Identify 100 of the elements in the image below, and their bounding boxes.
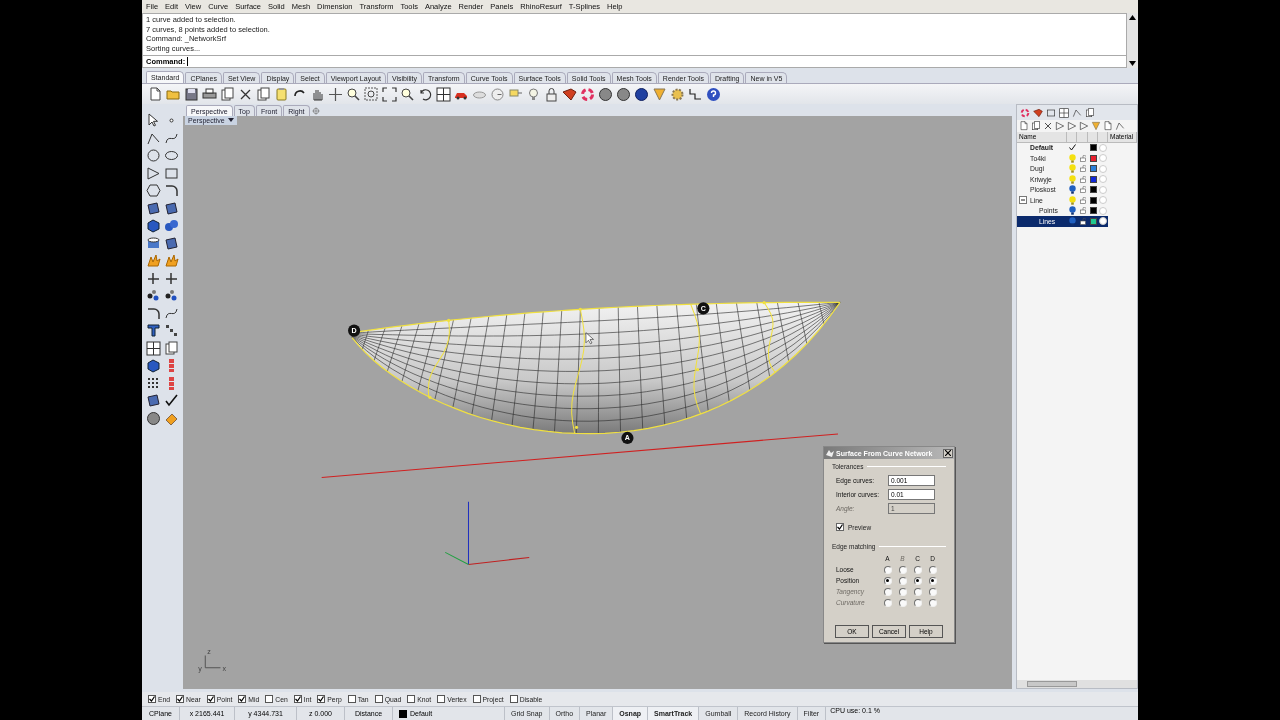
trim-icon[interactable] <box>146 270 161 286</box>
radio-button[interactable] <box>898 565 907 574</box>
bulb-icon[interactable] <box>1068 206 1076 216</box>
gear-icon[interactable] <box>670 86 685 102</box>
checkbox[interactable] <box>347 695 356 703</box>
page-icon[interactable] <box>1103 121 1113 131</box>
new-file-icon[interactable] <box>148 86 163 102</box>
scrollbar[interactable] <box>1127 13 1138 68</box>
globe-icon[interactable] <box>634 86 649 102</box>
bulb-icon[interactable] <box>526 86 541 102</box>
checkbox[interactable] <box>293 695 302 703</box>
checkbox[interactable] <box>437 695 446 703</box>
checkbox[interactable] <box>265 695 274 703</box>
solid-icon[interactable] <box>146 410 161 426</box>
pointer-icon[interactable] <box>146 113 161 128</box>
patch-icon[interactable] <box>164 200 179 216</box>
circle-icon[interactable] <box>146 148 161 163</box>
app-icon <box>826 449 834 457</box>
zoom-selected-icon[interactable] <box>400 86 415 102</box>
steps-icon[interactable] <box>688 86 703 102</box>
checkbox[interactable] <box>407 695 416 703</box>
scrollbar[interactable] <box>1017 680 1137 688</box>
sphere-icon[interactable] <box>598 86 613 102</box>
window-icon[interactable] <box>1059 107 1069 118</box>
radio-button[interactable] <box>898 576 907 585</box>
layer-color-swatch[interactable] <box>1089 144 1097 152</box>
arc-icon[interactable] <box>146 305 161 321</box>
color-wheel-icon[interactable] <box>580 86 595 102</box>
cylinder-icon[interactable] <box>146 235 161 251</box>
checkbox[interactable] <box>317 695 326 703</box>
axis-icon <box>204 655 221 669</box>
zoom-icon[interactable] <box>346 86 361 102</box>
plane-icon[interactable] <box>164 235 179 251</box>
triangle-icon[interactable] <box>146 165 161 181</box>
radio-button[interactable] <box>928 576 937 585</box>
cursor-icon <box>585 332 594 345</box>
collapse-icon[interactable] <box>1019 196 1027 205</box>
monitor-icon[interactable] <box>1046 107 1056 118</box>
zoom-extents-icon[interactable] <box>382 86 397 102</box>
bulb-icon[interactable] <box>1068 185 1076 195</box>
save-icon[interactable] <box>184 86 199 102</box>
curve-marker: C <box>697 302 710 315</box>
layer-color-swatch[interactable] <box>1089 186 1097 194</box>
print-icon[interactable] <box>202 86 217 102</box>
checkbox[interactable] <box>176 695 185 703</box>
rotate-view-icon[interactable] <box>418 86 433 102</box>
hexagon-icon[interactable] <box>146 183 161 198</box>
checkbox[interactable] <box>238 695 247 703</box>
radio-button[interactable] <box>928 565 937 574</box>
help-icon[interactable] <box>706 86 721 102</box>
checkmark-icon[interactable] <box>164 393 179 408</box>
caret-icon[interactable] <box>227 118 234 123</box>
layer-color-swatch[interactable] <box>1089 217 1097 225</box>
beam-icon[interactable] <box>146 323 161 338</box>
checkbox[interactable] <box>374 695 383 703</box>
grid-icon[interactable] <box>146 340 161 356</box>
sphere-icon[interactable] <box>616 86 631 102</box>
copy-icon[interactable] <box>1031 121 1041 131</box>
delete-icon[interactable] <box>1043 121 1053 131</box>
color-wheel-icon[interactable] <box>1020 107 1030 118</box>
checkmark-icon <box>1068 144 1076 152</box>
dots-icon[interactable] <box>164 288 179 303</box>
checkbox[interactable] <box>509 695 518 703</box>
box-icon[interactable] <box>146 218 161 233</box>
scroll-up-icon[interactable] <box>1129 15 1136 20</box>
axis-label: z <box>207 647 211 656</box>
ellipse-icon[interactable] <box>164 148 179 163</box>
layer-color-swatch[interactable] <box>1089 175 1097 183</box>
layer-color-swatch[interactable] <box>1089 154 1097 162</box>
checkbox[interactable] <box>206 695 215 703</box>
close-button[interactable] <box>943 448 953 458</box>
spheres-icon[interactable] <box>164 218 179 233</box>
shaded-shape-icon[interactable] <box>562 86 577 102</box>
pages-icon[interactable] <box>220 86 235 102</box>
layer-color-swatch[interactable] <box>1089 165 1097 173</box>
dot-grid-icon[interactable] <box>146 375 161 391</box>
trim-icon[interactable] <box>164 270 179 286</box>
axis-label: y <box>198 664 202 673</box>
copy-icon[interactable] <box>256 86 271 102</box>
move-arrows-icon[interactable] <box>328 86 343 102</box>
shaded-shape-icon[interactable] <box>1033 107 1043 118</box>
four-viewports-icon[interactable] <box>436 86 451 102</box>
curve-marker: D <box>348 324 361 337</box>
surface-icon[interactable] <box>146 200 161 216</box>
checkbox[interactable] <box>148 695 156 703</box>
lock-icon[interactable] <box>1079 217 1086 225</box>
radio-button[interactable] <box>883 565 892 574</box>
checkbox[interactable] <box>472 695 481 703</box>
scroll-down-icon[interactable] <box>1129 61 1136 66</box>
layer-color-swatch[interactable] <box>1089 207 1097 215</box>
layer-color-swatch[interactable] <box>1089 196 1097 204</box>
new-file-icon[interactable] <box>1019 121 1029 131</box>
radio-button[interactable] <box>913 565 922 574</box>
cube-icon[interactable] <box>146 358 161 373</box>
radio-button[interactable] <box>883 576 892 585</box>
checkbox[interactable] <box>836 523 844 531</box>
dots-icon[interactable] <box>146 288 161 303</box>
zoom-window-icon[interactable] <box>364 86 379 102</box>
fillet-icon[interactable] <box>164 183 179 198</box>
radio-button[interactable] <box>913 576 922 585</box>
